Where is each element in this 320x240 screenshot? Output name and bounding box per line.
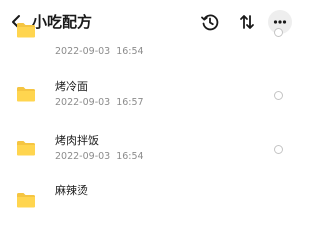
list-item[interactable]: 烤肉拌饭 2022-09-03 16:54 bbox=[0, 133, 300, 189]
folder-icon bbox=[17, 23, 35, 38]
list-item[interactable]: 烤冷面 2022-09-03 16:57 bbox=[0, 77, 300, 133]
file-time: 16:54 bbox=[116, 46, 144, 57]
folder-icon bbox=[17, 193, 35, 208]
file-meta: 2022-09-03 16:54 bbox=[55, 151, 144, 163]
file-time: 16:54 bbox=[116, 151, 144, 162]
file-meta bbox=[55, 201, 61, 213]
folder-icon bbox=[17, 87, 35, 102]
list-item[interactable]: 麻辣烫 bbox=[0, 184, 300, 240]
select-radio[interactable] bbox=[274, 145, 283, 154]
file-date: 2022-09-03 bbox=[55, 46, 111, 57]
file-time: 16:57 bbox=[116, 97, 144, 108]
file-name: 烤冷面 bbox=[55, 80, 88, 93]
folder-icon bbox=[17, 141, 35, 156]
file-name: 烤肉拌饭 bbox=[55, 134, 99, 147]
file-meta: 2022-09-03 16:54 bbox=[55, 46, 144, 58]
select-radio[interactable] bbox=[274, 91, 283, 100]
file-meta: 2022-09-03 16:57 bbox=[55, 97, 144, 109]
file-date: 2022-09-03 bbox=[55, 151, 111, 162]
select-radio[interactable] bbox=[274, 28, 283, 37]
list-item[interactable]: 2022-09-03 16:54 bbox=[0, 0, 300, 58]
file-name: 麻辣烫 bbox=[55, 184, 88, 197]
file-date: 2022-09-03 bbox=[55, 97, 111, 108]
